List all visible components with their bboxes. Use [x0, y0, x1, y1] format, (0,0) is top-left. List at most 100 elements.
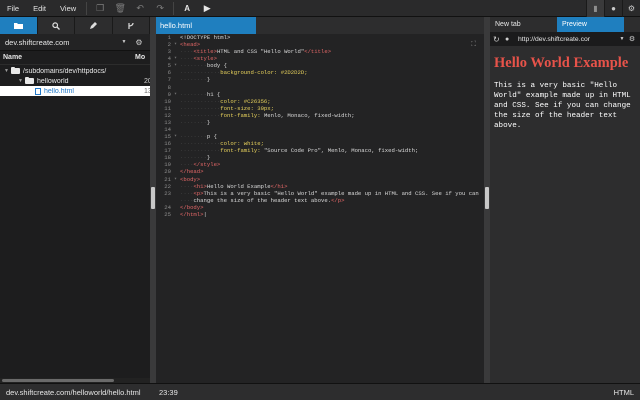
editor-tab-hello-html[interactable]: hello.html — [156, 17, 256, 34]
code-line[interactable]: 14 — [156, 126, 484, 133]
file-list-header: Name Mo — [0, 51, 150, 65]
line-number: 20 — [164, 168, 171, 176]
run-icon[interactable]: ▶ — [200, 1, 214, 15]
splitter-grip[interactable] — [485, 187, 489, 209]
code-line[interactable]: 18 ········} — [156, 154, 484, 161]
code-text: ············font-family: Menlo, Monaco, … — [180, 111, 355, 119]
edit-tab-pencil-icon[interactable] — [75, 17, 113, 34]
line-number: 18 — [164, 154, 171, 162]
code-line[interactable]: 23 ····<p>This is a very basic "Hello Wor… — [156, 190, 484, 197]
tab-new-tab[interactable]: New tab — [490, 17, 557, 32]
code-text: ····<title>HTML and CSS "Hello World"</t… — [180, 48, 332, 56]
trash-icon[interactable]: 🗑 — [113, 1, 127, 15]
line-number: 4 — [167, 55, 171, 63]
files-tab-folder-icon[interactable] — [0, 17, 38, 34]
code-line[interactable]: 5 ▾ ········body { — [156, 62, 484, 69]
code-text: ············font-size: 30px; — [180, 104, 275, 112]
gear-icon[interactable]: ⚙ — [133, 38, 145, 47]
code-line[interactable]: 25 </html>| — [156, 211, 484, 218]
code-text: ········} — [180, 154, 211, 162]
code-line[interactable]: 16 ············color: white; — [156, 140, 484, 147]
tree-item-hello-html[interactable]: hello.html 13 — [0, 86, 150, 96]
toolbar-divider — [173, 1, 175, 15]
line-number: 22 — [164, 182, 171, 190]
column-name[interactable]: Name — [3, 54, 135, 61]
menubar: File Edit View ❐ 🗑 ↶ ↷ A ▶ ▮ ● ⚙ — [0, 0, 640, 17]
code-text: ····</style> — [180, 161, 221, 169]
code-text: </body> — [180, 203, 204, 211]
code-line[interactable]: 19 ····</style> — [156, 161, 484, 168]
menu-edit[interactable]: Edit — [26, 0, 53, 17]
gear-icon[interactable]: ⚙ — [627, 35, 637, 43]
chevron-down-icon[interactable]: ▼ — [617, 36, 627, 42]
code-text: <body> — [180, 175, 201, 183]
preview-url-input[interactable]: http://dev.shiftcreate.cor — [515, 33, 617, 45]
line-number: 7 — [167, 76, 171, 84]
status-cursor-position: 23:39 — [159, 387, 178, 397]
code-line[interactable]: 21 ▾ <body> — [156, 176, 484, 183]
code-text: ····<style> — [180, 55, 217, 63]
chevron-down-icon[interactable]: ▼ — [18, 78, 25, 84]
code-line[interactable]: 9 ▾ ········h1 { — [156, 91, 484, 98]
copy-icon[interactable]: ❐ — [93, 1, 107, 15]
status-language[interactable]: HTML — [614, 388, 634, 397]
code-line[interactable]: 13 ········} — [156, 119, 484, 126]
code-line[interactable]: 2 ▾ <head> — [156, 41, 484, 48]
code-text: ········} — [180, 76, 211, 84]
left-panel-tabs — [0, 17, 150, 34]
tree-item-label: helloworld — [37, 77, 69, 85]
code-line[interactable]: 22 ····<h1>Hello World Example</h1> — [156, 183, 484, 190]
tree-item-label: /subdomains/dev/httpdocs/ — [23, 67, 107, 75]
code-line[interactable]: 4 ▾ ····<style> — [156, 55, 484, 62]
git-tab-branch-icon[interactable] — [113, 17, 150, 34]
tree-item-root-folder[interactable]: ▼ /subdomains/dev/httpdocs/ — [0, 66, 150, 76]
code-text: ············color: #C26356; — [180, 97, 271, 105]
folder-icon — [11, 67, 20, 74]
line-number: 17 — [164, 147, 171, 155]
code-line[interactable]: 11 ············font-size: 30px; — [156, 105, 484, 112]
chevron-down-icon[interactable]: ▼ — [4, 68, 11, 74]
column-modified[interactable]: Mo — [135, 54, 147, 61]
line-number: 8 — [167, 83, 171, 91]
file-icon — [35, 87, 41, 95]
server-selector[interactable]: dev.shiftcreate.com ▼ ⚙ — [0, 34, 150, 51]
scrollbar-thumb[interactable] — [2, 379, 114, 382]
code-line[interactable]: 24 </body> — [156, 204, 484, 211]
code-line[interactable]: 12 ············font-family: Menlo, Monaco… — [156, 112, 484, 119]
chat-icon[interactable]: ▮ — [586, 0, 604, 17]
code-line[interactable]: 17 ············font-family: "Source Code … — [156, 147, 484, 154]
gear-icon[interactable]: ⚙ — [622, 0, 640, 17]
code-text: ············background-color: #2D2D2D; — [180, 69, 308, 77]
menu-view[interactable]: View — [53, 0, 83, 17]
code-line[interactable]: 20 </head> — [156, 168, 484, 175]
code-text: ····<h1>Hello World Example</h1> — [180, 182, 288, 190]
code-line[interactable]: 15 ▾ ········p { — [156, 133, 484, 140]
undo-icon[interactable]: ↶ — [133, 1, 147, 15]
code-line[interactable]: 7 ········} — [156, 76, 484, 83]
tree-item-helloworld[interactable]: ▼ helloworld 20 — [0, 76, 150, 86]
line-number: 10 — [164, 97, 171, 105]
folder-icon — [25, 77, 34, 84]
tree-item-label: hello.html — [44, 87, 74, 95]
splitter-grip[interactable] — [151, 187, 155, 209]
file-browser-panel: dev.shiftcreate.com ▼ ⚙ Name Mo ▼ /subdo… — [0, 17, 150, 383]
fullscreen-icon[interactable]: ⛶ — [471, 41, 476, 49]
tab-preview[interactable]: Preview — [557, 17, 624, 32]
code-line[interactable]: 3 ····<title>HTML and CSS "Hello World"</… — [156, 48, 484, 55]
code-line[interactable]: ····change the size of the header text a… — [156, 197, 484, 204]
code-line[interactable]: 8 — [156, 84, 484, 91]
fold-gutter — [174, 84, 180, 91]
redo-icon[interactable]: ↷ — [153, 1, 167, 15]
line-number: 21 — [164, 175, 171, 183]
format-text-icon[interactable]: A — [180, 1, 194, 15]
code-line[interactable]: 6 ············background-color: #2D2D2D; — [156, 69, 484, 76]
code-line[interactable]: 10 ············color: #C26356; — [156, 98, 484, 105]
code-line[interactable]: 1 <!DOCTYPE html> — [156, 34, 484, 41]
code-area[interactable]: 1 <!DOCTYPE html> 2 ▾ <head> 3 ····<title>HTML… — [156, 34, 484, 383]
menu-file[interactable]: File — [0, 0, 26, 17]
chevron-down-icon[interactable]: ▼ — [118, 39, 130, 45]
search-tab-search-icon[interactable] — [38, 17, 75, 34]
preview-content: Hello World Example This is a very basic… — [490, 46, 640, 131]
user-icon[interactable]: ● — [604, 0, 622, 17]
reload-icon[interactable]: ↻ — [493, 35, 505, 44]
